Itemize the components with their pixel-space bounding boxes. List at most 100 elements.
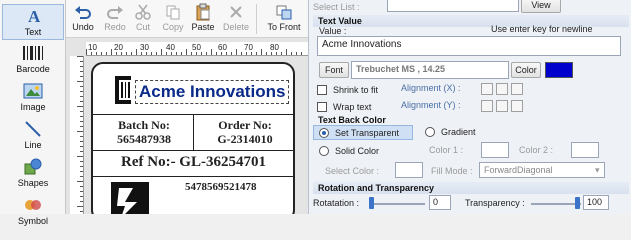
transparency-label: Transparency : <box>465 198 525 208</box>
ruler-tick <box>116 52 117 55</box>
align-x-label: Alignment (X) : <box>401 83 461 93</box>
ruler-tick <box>146 52 147 55</box>
ruler-tick <box>231 52 232 55</box>
set-transparent-radio[interactable] <box>319 128 329 138</box>
ruler-tick <box>246 52 247 55</box>
ruler-tick <box>77 181 83 182</box>
paste-button[interactable]: Paste <box>186 2 220 32</box>
ruler-tick <box>77 106 83 107</box>
barcode-tool-button[interactable]: Barcode <box>2 42 64 78</box>
rotation-slider-track[interactable] <box>369 203 425 205</box>
align-right-button[interactable] <box>511 83 523 95</box>
set-transparent-label: Set Transparent <box>335 128 400 138</box>
undo-button[interactable]: Undo <box>66 2 100 32</box>
to-front-button[interactable]: To Front <box>262 2 306 32</box>
color-button[interactable]: Color <box>511 62 541 78</box>
ruler-tick <box>80 111 83 112</box>
company-name-text[interactable]: Acme Innovations <box>135 80 290 104</box>
transparency-slider-thumb[interactable] <box>575 197 580 209</box>
solid-color-radio[interactable] <box>319 146 329 156</box>
order-title[interactable]: Order No: <box>197 118 293 133</box>
batch-value[interactable]: 565487938 <box>97 132 191 147</box>
fill-mode-select[interactable]: ForwardDiagonal <box>479 162 605 178</box>
ruler-tick <box>291 52 292 55</box>
ruler-tick <box>211 49 212 55</box>
align-y-label: Alignment (Y) : <box>401 100 461 110</box>
rotation-value[interactable]: 0 <box>429 195 451 210</box>
ref-number-text[interactable]: Ref No:- GL-36254701 <box>121 154 266 171</box>
copy-button[interactable]: Copy <box>156 2 190 32</box>
ruler-tick <box>86 49 87 55</box>
view-button[interactable]: View <box>521 0 561 13</box>
batch-title[interactable]: Batch No: <box>97 118 191 133</box>
select-list-dropdown[interactable] <box>387 0 519 12</box>
divider-line <box>93 150 293 151</box>
text-color-swatch[interactable] <box>545 62 573 78</box>
image-tool-button[interactable]: Image <box>2 80 64 116</box>
symbol-tool-button[interactable]: Symbol <box>2 194 64 230</box>
transparency-slider-track[interactable] <box>531 203 581 205</box>
shapes-tool-label: Shapes <box>17 178 49 188</box>
ruler-tick <box>80 151 83 152</box>
symbol-tool-label: Symbol <box>17 216 48 226</box>
scissors-icon <box>126 2 160 22</box>
order-value[interactable]: G-2314010 <box>197 132 293 147</box>
barcode-number-text[interactable]: 5478569521478 <box>185 181 257 193</box>
text-tool-button[interactable]: A Text <box>2 4 64 40</box>
align-left-button[interactable] <box>481 83 493 95</box>
logo-barcode-icon <box>115 76 131 104</box>
ruler-tick <box>80 121 83 122</box>
ruler-tick <box>286 49 287 55</box>
ruler-tick <box>96 52 97 55</box>
qr-code-icon[interactable] <box>111 182 149 214</box>
color2-swatch[interactable] <box>571 142 599 158</box>
ruler-tick <box>77 206 83 207</box>
bring-to-front-icon <box>262 2 306 22</box>
align-middle-button[interactable] <box>496 100 508 112</box>
align-top-button[interactable] <box>481 100 493 112</box>
delete-button[interactable]: Delete <box>219 2 253 32</box>
text-tool-label: Text <box>24 27 42 37</box>
ruler-tick <box>80 196 83 197</box>
cut-button[interactable]: Cut <box>126 2 160 32</box>
barcode-label-preview[interactable]: Acme Innovations Batch No: 565487938 Ord… <box>91 62 295 214</box>
shapes-tool-button[interactable]: Shapes <box>2 156 64 192</box>
ruler-tick <box>186 49 187 55</box>
gradient-radio[interactable] <box>425 127 435 137</box>
ruler-tick <box>126 52 127 55</box>
ruler-tick <box>80 61 83 62</box>
color1-swatch[interactable] <box>481 142 509 158</box>
ruler-tick <box>80 136 83 137</box>
text-value-input[interactable]: Acme Innovations <box>317 36 621 56</box>
ruler-tick <box>241 52 242 55</box>
rotation-slider-thumb[interactable] <box>369 197 374 209</box>
divider-line <box>193 114 194 150</box>
ruler-tick <box>171 52 172 55</box>
properties-panel: Select List : View Text Value Value : Us… <box>308 0 631 214</box>
align-bottom-button[interactable] <box>511 100 523 112</box>
shrink-to-fit-checkbox[interactable] <box>317 85 327 95</box>
align-center-button[interactable] <box>496 83 508 95</box>
ruler-tick <box>136 49 137 55</box>
vertical-ruler <box>70 56 84 214</box>
ruler-tick <box>196 52 197 55</box>
wrap-text-checkbox[interactable] <box>317 102 327 112</box>
line-tool-button[interactable]: Line <box>2 118 64 154</box>
wrap-label: Wrap text <box>333 102 372 112</box>
ruler-tick <box>156 52 157 55</box>
ruler-tick <box>176 52 177 55</box>
ruler-tick <box>276 52 277 55</box>
select-color-swatch[interactable] <box>395 162 423 178</box>
ruler-tick <box>80 116 83 117</box>
transparency-value[interactable]: 100 <box>583 195 609 210</box>
ruler-tick <box>221 52 222 55</box>
design-canvas[interactable]: 10 20 30 40 50 60 70 80 Acme Innovations… <box>66 38 308 214</box>
ruler-tick <box>266 52 267 55</box>
ruler-tick <box>141 52 142 55</box>
ruler-tick <box>201 52 202 55</box>
ruler-tick <box>80 211 83 212</box>
image-tool-label: Image <box>20 102 46 112</box>
ruler-tick <box>261 49 262 55</box>
ruler-tick <box>151 52 152 55</box>
font-button[interactable]: Font <box>319 62 349 78</box>
